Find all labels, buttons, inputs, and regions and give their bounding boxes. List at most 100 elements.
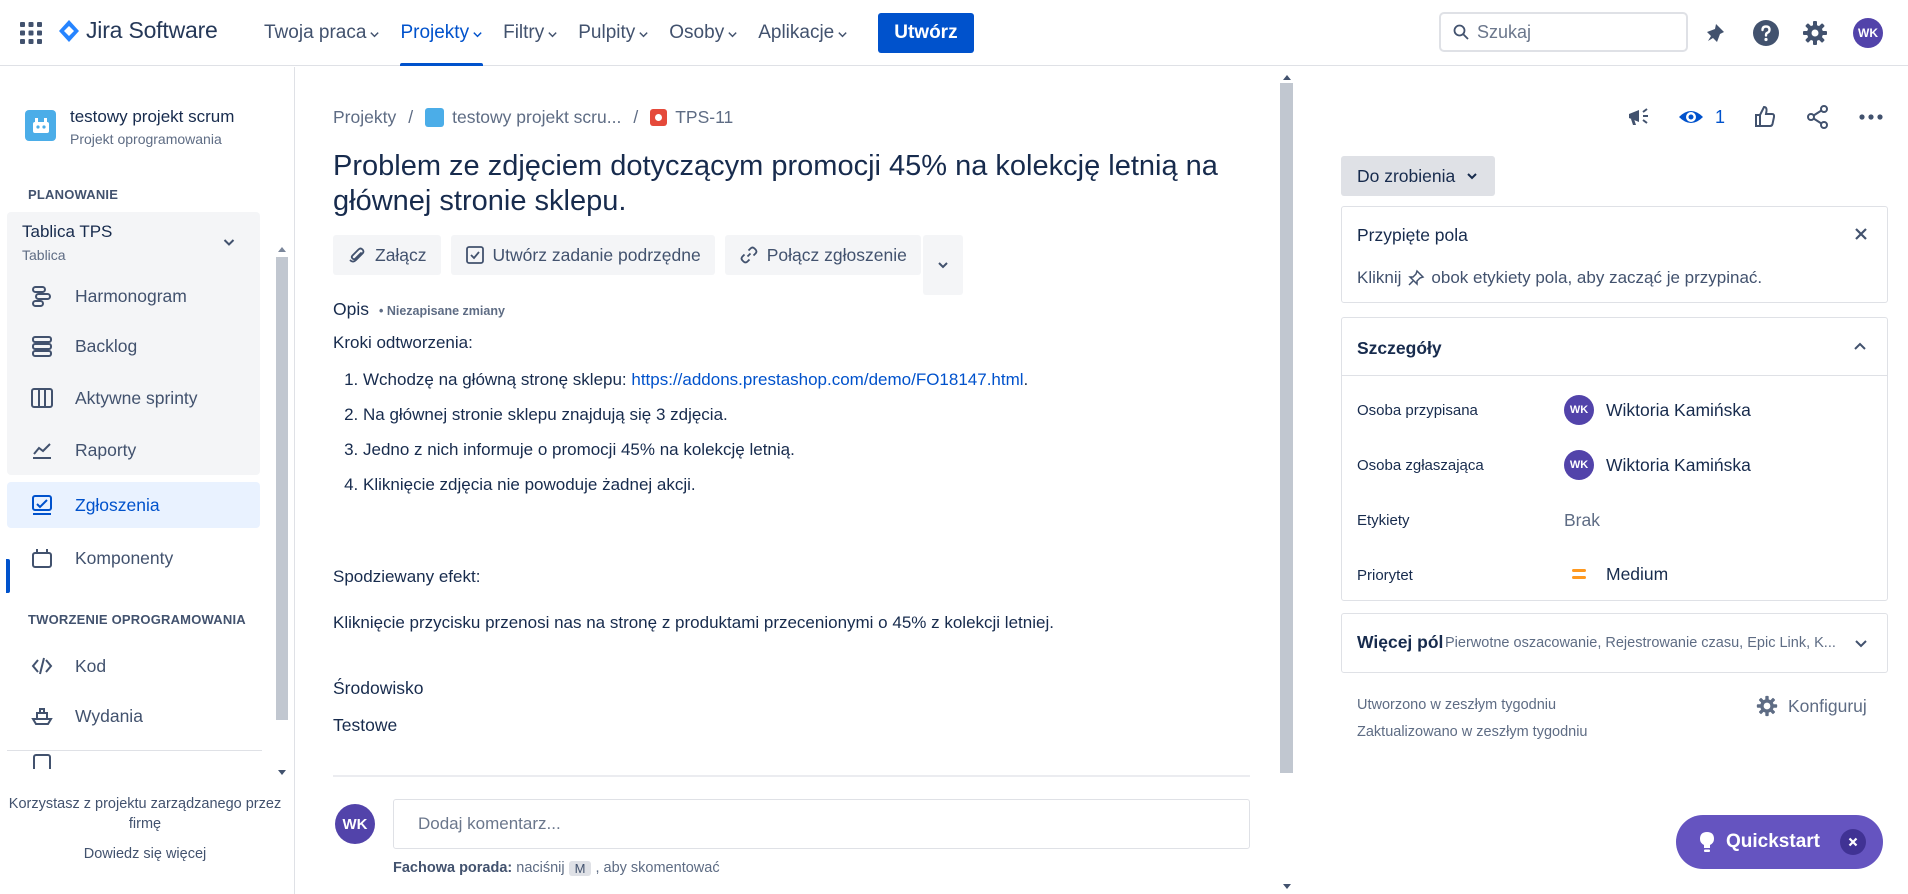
scroll-up-arrow-icon[interactable] [277,245,287,253]
comment-input[interactable] [393,799,1250,849]
status-label: Do zrobienia [1357,165,1456,186]
breadcrumb-projects[interactable]: Projekty [333,107,396,128]
help-icon[interactable] [1750,17,1782,49]
breadcrumb-separator: / [633,107,639,127]
details-divider [1342,375,1887,376]
issue-toolbar: 1 [1624,102,1908,132]
step-text: Wchodzę na główną stronę sklepu: [363,370,632,389]
sidebar-item-issues[interactable]: Zgłoszenia [7,482,260,528]
feedback-megaphone-icon[interactable] [1624,102,1654,132]
more-actions-button[interactable] [922,235,963,295]
reporter-field[interactable]: WK Wiktoria Kamińska [1564,450,1751,480]
sidebar-item-cutoff[interactable] [7,751,260,769]
description-body[interactable]: Kroki odtworzenia: Wchodzę na główną str… [333,332,1273,634]
status-dropdown[interactable]: Do zrobienia [1341,156,1496,196]
labels-label: Etykiety [1357,512,1410,529]
project-sidebar: testowy projekt scrum Projekt oprogramow… [0,67,295,894]
list-item: Jedno z nich informuje o promocji 45% na… [363,439,1273,461]
create-button[interactable]: Utwórz [878,13,974,53]
nav-projects[interactable]: Projekty [390,0,493,66]
environment-value[interactable]: Testowe [333,715,397,736]
project-header[interactable]: testowy projekt scrum Projekt oprogramow… [25,107,234,147]
assignee-field[interactable]: WK Wiktoria Kamińska [1564,395,1751,425]
sidebar-scrollbar[interactable] [276,257,288,720]
project-avatar-icon [425,108,445,127]
releases-icon [29,703,55,729]
sidebar-item-label: Raporty [75,439,137,460]
share-icon[interactable] [1803,102,1833,132]
subtask-label: Utwórz zadanie podrzędne [492,244,701,265]
learn-more-link[interactable]: Dowiedz się więcej [6,844,284,864]
more-options-icon[interactable] [1856,102,1886,132]
watch-button[interactable]: 1 [1677,107,1725,128]
board-title[interactable]: Tablica TPS [22,222,112,242]
labels-field[interactable]: Brak [1564,510,1600,531]
more-fields-card[interactable]: Więcej pól Pierwotne oszacowanie, Rejest… [1341,613,1888,673]
chevron-down-icon[interactable] [222,235,236,249]
bug-icon [650,109,668,126]
project-name: testowy projekt scrum [70,107,235,126]
hint-text: Kliknij [1357,268,1402,287]
sidebar-item-reports[interactable]: Raporty [7,427,260,473]
sidebar-item-backlog[interactable]: Backlog [7,323,260,369]
scroll-up-arrow-icon[interactable] [1282,73,1292,81]
scroll-down-arrow-icon[interactable] [277,769,287,777]
section-planning: PLANOWANIE [28,187,119,202]
issue-main: Projekty / testowy projekt scru... / TPS… [296,67,1296,894]
gear-icon [1756,695,1778,717]
settings-gear-icon[interactable] [1799,17,1831,49]
watchers-count: 1 [1715,106,1726,127]
breadcrumb-project[interactable]: testowy projekt scru... [425,107,621,128]
user-avatar[interactable]: WK [1853,18,1883,48]
list-item: Na głównej stronie sklepu znajdują się 3… [363,404,1273,426]
priority-field[interactable]: Medium [1564,562,1668,586]
sidebar-item-timeline[interactable]: Harmonogram [7,273,260,319]
reports-icon [29,437,55,463]
nav-your-work[interactable]: Twoja praca [254,0,390,66]
sidebar-item-active-sprints[interactable]: Aktywne sprinty [7,375,260,421]
scroll-down-arrow-icon[interactable] [1282,883,1292,891]
comment-tip: Fachowa porada: naciśnij M , aby skoment… [393,860,720,876]
chevron-up-icon[interactable] [1851,338,1869,356]
sidebar-item-label: Komponenty [75,547,174,568]
chevron-down-icon [1467,173,1477,180]
breadcrumb-issue[interactable]: TPS-11 [650,107,733,128]
created-timestamp: Utworzono w zeszłym tygodniu [1357,697,1557,713]
issue-title[interactable]: Problem ze zdjęciem dotyczącym promocji … [333,149,1273,219]
environment-label: Środowisko [333,678,424,698]
tip-text: , aby skomentować [595,860,720,876]
labels-value: Brak [1564,510,1600,530]
chevron-down-icon [838,31,847,37]
configure-button[interactable]: Konfiguruj [1756,695,1867,717]
create-subtask-button[interactable]: Utwórz zadanie podrzędne [450,235,715,275]
nav-filters[interactable]: Filtry [493,0,568,66]
like-thumbs-up-icon[interactable] [1750,102,1780,132]
board-columns-icon [29,385,55,411]
notifications-icon[interactable] [1700,17,1732,49]
quickstart-close-icon[interactable] [1840,829,1866,855]
jira-logo[interactable]: Jira Software [58,17,218,44]
close-icon[interactable] [1851,224,1871,244]
attach-button[interactable]: Załącz [333,235,441,275]
tip-text: naciśnij [516,860,565,876]
steps-heading: Kroki odtworzenia: [333,333,473,352]
tip-bold: Fachowa porada: [393,860,513,876]
link-issue-button[interactable]: Połącz zgłoszenie [724,235,921,275]
search-input[interactable] [1477,21,1667,43]
app-switcher-icon[interactable] [20,22,42,44]
sidebar-item-code[interactable]: Kod [7,643,260,689]
sidebar-item-components[interactable]: Komponenty [7,535,260,581]
search-box[interactable] [1439,12,1688,52]
nav-people[interactable]: Osoby [659,0,748,66]
pinned-fields-card: Przypięte pola Kliknij obok etykiety pol… [1341,206,1888,303]
chevron-down-icon [728,31,737,37]
sidebar-item-releases[interactable]: Wydania [7,693,260,739]
more-fields-title: Więcej pól [1357,632,1444,652]
main-scrollbar[interactable] [1280,83,1293,773]
more-fields-list: Pierwotne oszacowanie, Rejestrowanie cza… [1445,635,1836,651]
details-title[interactable]: Szczegóły [1357,338,1442,359]
nav-dashboards[interactable]: Pulpity [568,0,659,66]
shop-demo-link[interactable]: https://addons.prestashop.com/demo/FO181… [631,370,1023,389]
list-item: Wchodzę na główną stronę sklepu: https:/… [363,369,1273,391]
nav-apps[interactable]: Aplikacje [748,0,858,66]
